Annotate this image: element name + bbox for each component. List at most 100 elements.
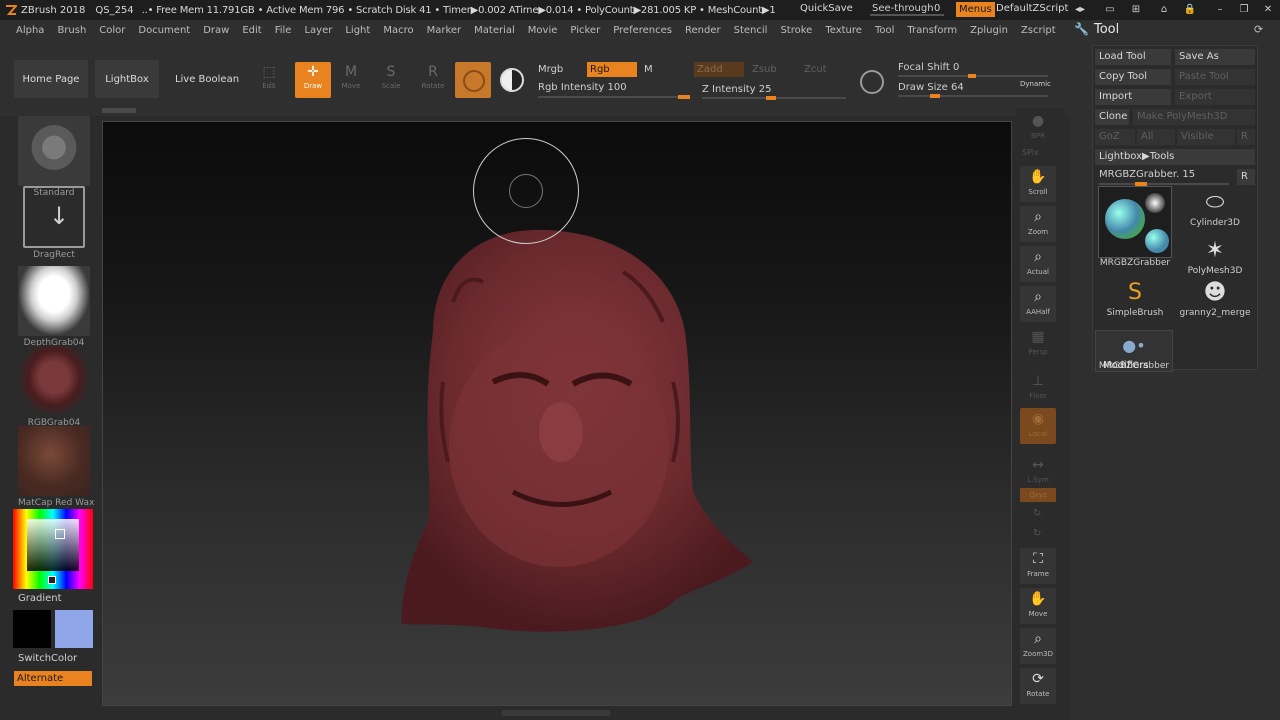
qxyz-button[interactable]: Qxyz: [1020, 488, 1056, 502]
stroke-selector[interactable]: ↓ DragRect: [18, 186, 90, 260]
material-mode-button[interactable]: [455, 62, 491, 98]
gradient-label[interactable]: Gradient: [18, 593, 62, 604]
menu-preferences[interactable]: Preferences: [613, 25, 672, 36]
menu-tool[interactable]: Tool: [875, 25, 894, 36]
goz-visible-button[interactable]: Visible: [1177, 129, 1235, 145]
menu-draw[interactable]: Draw: [203, 25, 229, 36]
local-button[interactable]: ◉ Local: [1020, 408, 1056, 444]
lightbox-button[interactable]: LightBox: [95, 60, 159, 98]
lock-icon[interactable]: 🔒: [1182, 2, 1198, 18]
paste-tool-button[interactable]: Paste Tool: [1175, 69, 1255, 85]
layout-icon[interactable]: ▭: [1102, 2, 1118, 18]
persp-button[interactable]: ▦ Persp: [1020, 326, 1056, 362]
frame-button[interactable]: ⛶ Frame: [1020, 548, 1056, 584]
close-icon[interactable]: ✕: [1260, 2, 1276, 18]
lsym-button[interactable]: ↔ L.Sym: [1020, 454, 1056, 490]
menu-color[interactable]: Color: [99, 25, 125, 36]
menus-toggle-button[interactable]: Menus: [956, 2, 995, 17]
menu-texture[interactable]: Texture: [825, 25, 862, 36]
rotate-z-icon[interactable]: ↻: [1033, 528, 1041, 539]
import-button[interactable]: Import: [1095, 89, 1171, 105]
menu-layer[interactable]: Layer: [304, 25, 332, 36]
menu-stroke[interactable]: Stroke: [780, 25, 812, 36]
zoom3d-button[interactable]: ⌕ Zoom3D: [1020, 628, 1056, 664]
minimize-icon[interactable]: –: [1212, 2, 1228, 18]
zsub-button[interactable]: Zsub: [752, 64, 777, 75]
focal-shift-slider[interactable]: [898, 74, 1048, 78]
dynamic-toggle[interactable]: Dynamic: [1020, 80, 1051, 88]
switchcolor-button[interactable]: SwitchColor: [18, 653, 77, 664]
scale-mode-button[interactable]: S Scale: [373, 62, 409, 98]
modifiers-subpalette[interactable]: Modifiers: [1103, 360, 1149, 371]
menu-picker[interactable]: Picker: [570, 25, 600, 36]
tool-item-simplebrush[interactable]: S SimpleBrush: [1095, 278, 1175, 318]
interface-icon[interactable]: ⌂: [1156, 2, 1172, 18]
lightbox-tools-button[interactable]: Lightbox▶Tools: [1095, 149, 1255, 165]
rotate-y-icon[interactable]: ↻: [1033, 508, 1041, 519]
menu-movie[interactable]: Movie: [528, 25, 558, 36]
palette-options-icon[interactable]: ⟳: [1254, 23, 1263, 36]
current-tool-slider[interactable]: [1099, 182, 1229, 186]
secondary-color-swatch[interactable]: [55, 610, 93, 648]
alternate-button[interactable]: Alternate: [14, 671, 92, 686]
edit-mode-button[interactable]: ⬚ Edit: [251, 62, 287, 98]
menu-macro[interactable]: Macro: [383, 25, 413, 36]
default-zscript-button[interactable]: DefaultZScript: [996, 3, 1068, 14]
bpr-button[interactable]: ● BPR: [1020, 110, 1056, 146]
menu-material[interactable]: Material: [474, 25, 515, 36]
canvas-bottom-handle[interactable]: [502, 710, 610, 716]
see-through-slider[interactable]: See-through 0: [866, 1, 948, 17]
draw-size-slider[interactable]: [898, 94, 1048, 98]
goz-all-button[interactable]: All: [1137, 129, 1175, 145]
m-button[interactable]: M: [644, 64, 653, 75]
live-boolean-button[interactable]: Live Boolean: [166, 60, 248, 98]
scroll-button[interactable]: ✋ Scroll: [1020, 166, 1056, 202]
canvas-top-handle[interactable]: [102, 108, 136, 113]
rotate-mode-button[interactable]: R Rotate: [415, 62, 451, 98]
arrows-icon[interactable]: ◂▸: [1072, 2, 1088, 18]
move-button[interactable]: ✋ Move: [1020, 588, 1056, 624]
copy-tool-button[interactable]: Copy Tool: [1095, 69, 1171, 85]
rgb-intensity-slider[interactable]: [538, 95, 690, 99]
make-polymesh-button[interactable]: Make PolyMesh3D: [1133, 109, 1255, 125]
alpha-selector[interactable]: DepthGrab04: [18, 266, 90, 348]
menu-brush[interactable]: Brush: [57, 25, 86, 36]
maximize-icon[interactable]: ❐: [1236, 2, 1252, 18]
color-mode-icon[interactable]: [500, 68, 524, 92]
move-mode-button[interactable]: M Move: [333, 62, 369, 98]
zcut-button[interactable]: Zcut: [804, 64, 827, 75]
texture-selector[interactable]: RGBGrab04: [18, 346, 90, 428]
color-picker[interactable]: [13, 509, 93, 589]
zadd-button[interactable]: Zadd: [694, 62, 744, 77]
quicksave-button[interactable]: QuickSave: [800, 3, 853, 14]
menu-zscript[interactable]: Zscript: [1021, 25, 1056, 36]
goz-button[interactable]: GoZ: [1095, 129, 1135, 145]
menu-edit[interactable]: Edit: [242, 25, 261, 36]
rotate-button[interactable]: ⟳ Rotate: [1020, 668, 1056, 704]
current-tool-r-button[interactable]: R: [1237, 169, 1255, 185]
rgb-button[interactable]: Rgb: [587, 62, 637, 77]
menu-light[interactable]: Light: [345, 25, 370, 36]
home-page-button[interactable]: Home Page: [14, 60, 88, 98]
export-button[interactable]: Export: [1175, 89, 1255, 105]
document-canvas[interactable]: [102, 121, 1012, 706]
goz-r-button[interactable]: R: [1237, 129, 1255, 145]
menu-render[interactable]: Render: [685, 25, 721, 36]
lazymouse-icon[interactable]: [860, 70, 884, 94]
actual-button[interactable]: ⌕ Actual: [1020, 246, 1056, 282]
tool-item-granny2-merge[interactable]: ☻ granny2_merge: [1175, 278, 1255, 318]
palette-icon[interactable]: ⊞: [1128, 2, 1144, 18]
primary-color-swatch[interactable]: [13, 610, 51, 648]
draw-mode-button[interactable]: ✛ Draw: [295, 62, 331, 98]
save-as-button[interactable]: Save As: [1175, 49, 1255, 65]
menu-file[interactable]: File: [275, 25, 292, 36]
aahalf-button[interactable]: ⌕ AAHalf: [1020, 286, 1056, 322]
floor-button[interactable]: ⊥ Floor: [1020, 370, 1056, 406]
menu-stencil[interactable]: Stencil: [734, 25, 768, 36]
load-tool-button[interactable]: Load Tool: [1095, 49, 1171, 65]
clone-button[interactable]: Clone: [1095, 109, 1129, 125]
tool-item-polymesh3d[interactable]: ✶ PolyMesh3D: [1175, 236, 1255, 276]
material-selector[interactable]: MatCap Red Wax: [18, 426, 94, 508]
menu-marker[interactable]: Marker: [427, 25, 462, 36]
menu-document[interactable]: Document: [138, 25, 190, 36]
